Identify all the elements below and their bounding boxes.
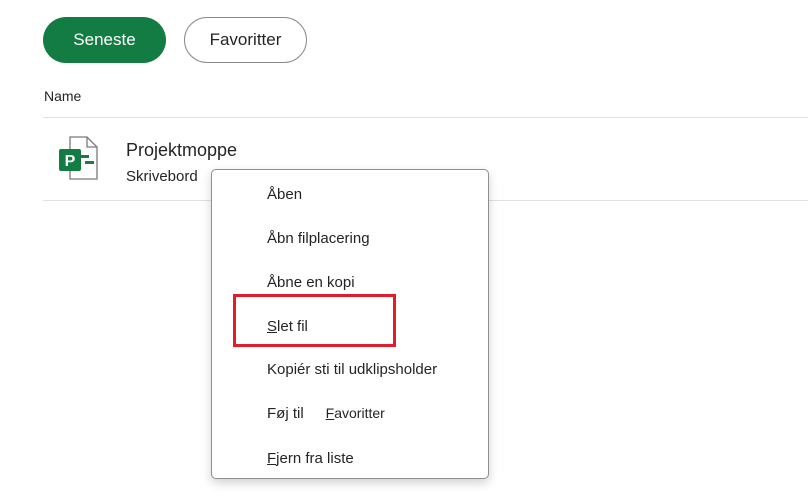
menu-item-remove-from-list[interactable]: Fjern fra liste (212, 438, 488, 478)
tab-recent[interactable]: Seneste (43, 17, 166, 63)
project-file-icon: P (59, 136, 98, 180)
menu-item-open-copy[interactable]: Åbne en kopi (212, 262, 488, 302)
menu-item-add-to-label: Føj til (267, 404, 304, 422)
file-name: Projektmoppe (126, 140, 238, 160)
tab-favorites[interactable]: Favoritter (184, 17, 307, 63)
column-header-name[interactable]: Name (44, 88, 81, 104)
menu-item-delete-file-label: Slet fil (267, 317, 308, 335)
menu-item-open-label: Åben (267, 185, 303, 203)
menu-item-delete-file[interactable]: Slet fil (212, 306, 488, 346)
menu-item-add-to-favorites[interactable]: Føj til Favoritter (212, 393, 488, 433)
context-menu: Åben Åbn filplacering Åbne en kopi Slet … (211, 169, 489, 479)
svg-text:P: P (65, 153, 76, 170)
menu-item-open-copy-label: Åbne en kopi (267, 273, 355, 291)
file-location: Skrivebord (126, 168, 198, 185)
menu-item-copy-path[interactable]: Kopiér sti til udklipsholder (212, 349, 488, 389)
menu-item-open-file-location[interactable]: Åbn filplacering (212, 218, 488, 258)
menu-item-remove-from-list-label: Fjern fra liste (267, 449, 354, 467)
menu-item-favorites-label: Favoritter (325, 405, 385, 421)
menu-item-open[interactable]: Åben (212, 174, 488, 214)
menu-item-open-file-location-label: Åbn filplacering (267, 229, 370, 247)
menu-item-copy-path-label: Kopiér sti til udklipsholder (267, 360, 438, 378)
